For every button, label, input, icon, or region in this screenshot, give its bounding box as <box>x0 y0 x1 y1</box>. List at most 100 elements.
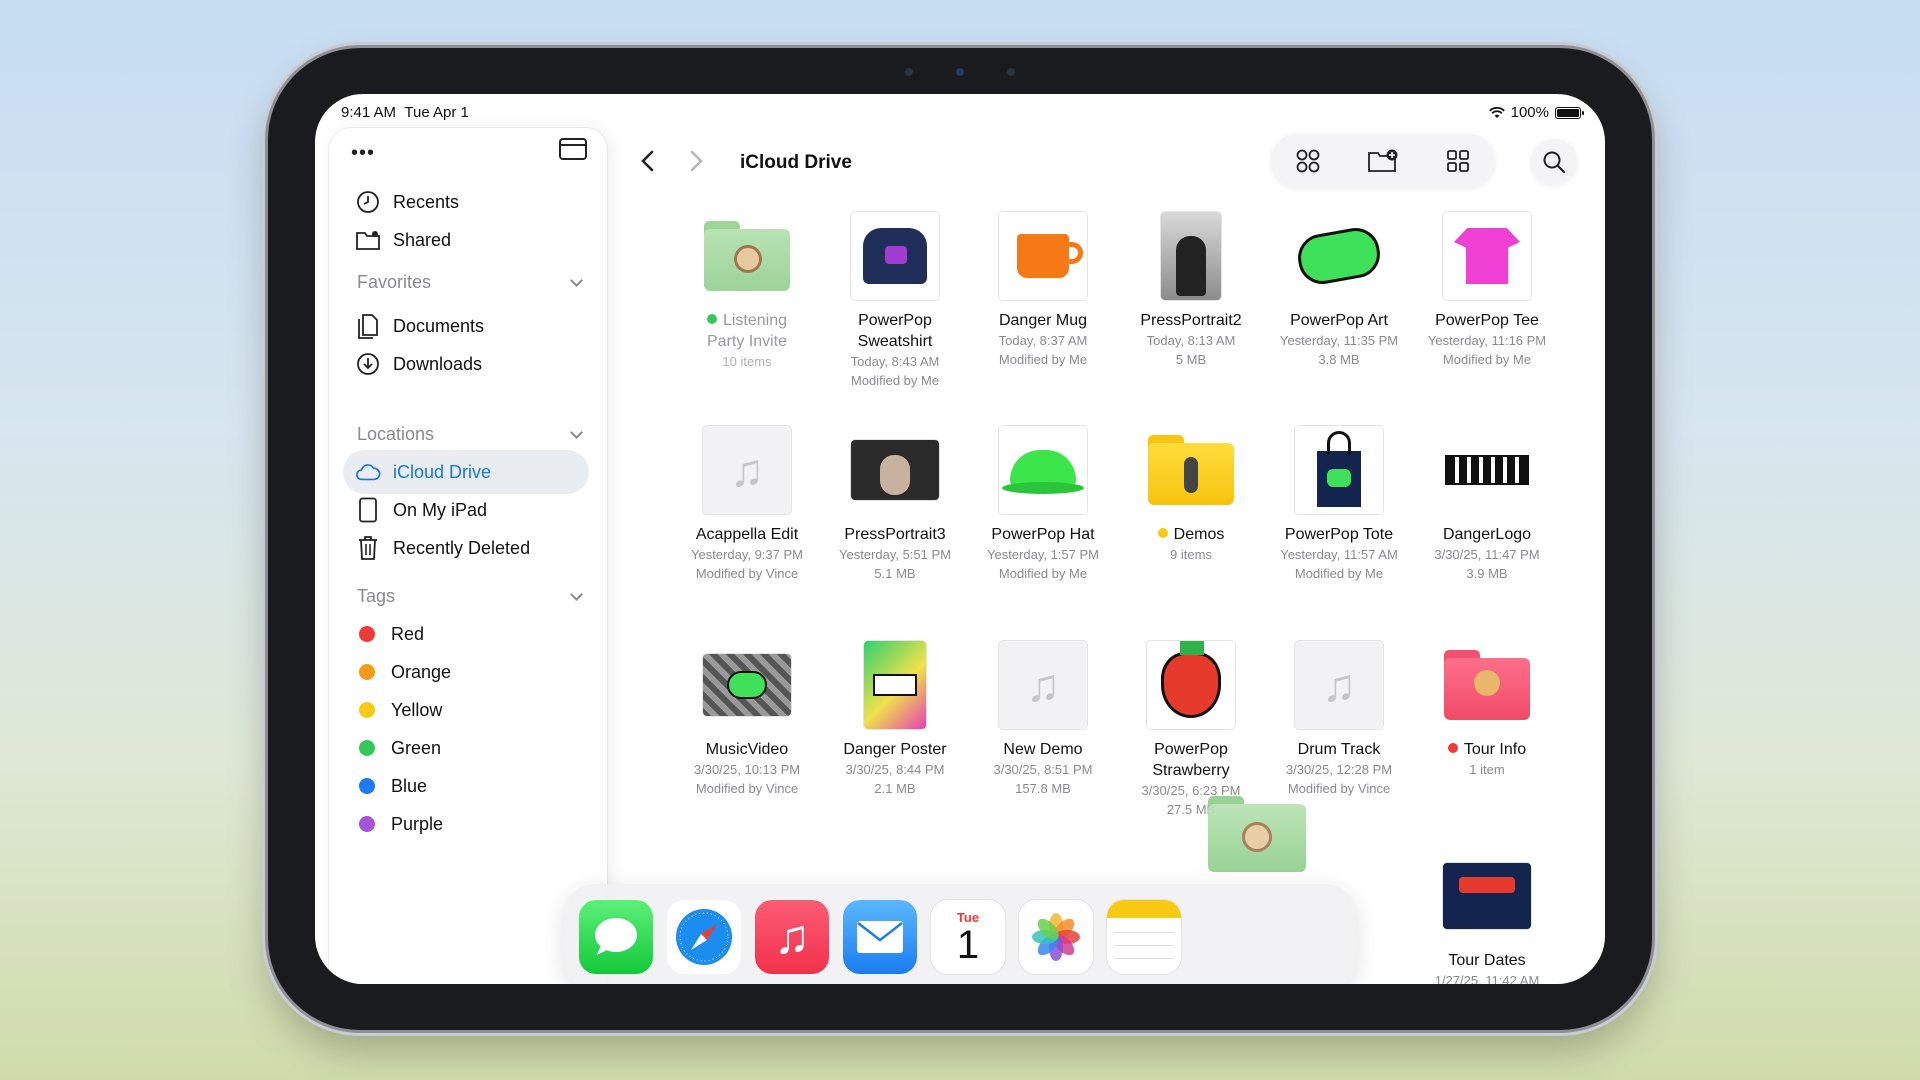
locations-header[interactable]: Locations <box>357 424 587 445</box>
new-folder-icon <box>1368 149 1398 172</box>
new-folder-button[interactable] <box>1363 141 1403 181</box>
file-name-2: Party Invite <box>706 333 788 350</box>
group-button[interactable] <box>1288 141 1328 181</box>
file-meta: 3/30/25, 10:13 PM <box>693 762 801 777</box>
tag-dot <box>359 740 375 756</box>
file-item[interactable]: PowerPop Sweatshirt Today, 8:43 AM Modifi… <box>825 210 965 390</box>
photos-app-icon[interactable] <box>1019 900 1093 974</box>
calendar-app-icon[interactable]: Tue 1 <box>931 900 1005 974</box>
sidebar-item-label: Shared <box>393 229 452 250</box>
file-item[interactable]: Tour Dates 1/27/25, 11:42 AM <box>1417 850 1557 984</box>
sidebar-item-recently-deleted[interactable]: Recently Deleted <box>343 526 589 570</box>
sidebar-item-shared[interactable]: Shared <box>343 218 589 262</box>
file-meta: Yesterday, 9:37 PM <box>690 547 803 562</box>
trash-icon <box>359 536 377 560</box>
file-name: Danger Mug <box>998 312 1088 329</box>
file-meta: 3/30/25, 8:51 PM <box>993 762 1093 777</box>
image-thumbnail <box>1443 212 1531 300</box>
sidebar-item-label: Green <box>391 737 442 758</box>
notes-app-icon[interactable] <box>1107 900 1181 974</box>
group-icon <box>1296 149 1320 173</box>
file-item[interactable]: PowerPop Tote Yesterday, 11:57 AM Modifi… <box>1269 424 1409 583</box>
sidebar-item-label: Blue <box>391 775 428 796</box>
favorites-header[interactable]: Favorites <box>357 272 587 293</box>
file-meta: 3/30/25, 12:28 PM <box>1285 762 1393 777</box>
file-item[interactable]: Danger Poster 3/30/25, 8:44 PM 2.1 MB <box>825 639 965 798</box>
file-name: Tour Dates <box>1448 952 1526 969</box>
file-item[interactable]: Demos 9 items <box>1121 424 1261 564</box>
image-thumbnail <box>1161 212 1221 300</box>
sidebar-item-downloads[interactable]: Downloads <box>343 342 589 386</box>
file-item[interactable]: Danger Mug Today, 8:37 AM Modified by Me <box>973 210 1113 369</box>
back-chevron-icon[interactable] <box>633 146 663 176</box>
tag-dot <box>359 626 375 642</box>
chevron-down-icon <box>570 274 583 287</box>
file-item[interactable]: PowerPop Hat Yesterday, 1:57 PM Modified… <box>973 424 1113 583</box>
file-meta: Yesterday, 1:57 PM <box>986 547 1099 562</box>
file-item[interactable]: ♫ Acappella Edit Yesterday, 9:37 PM Modi… <box>677 424 817 583</box>
sidebar-item-label: iCloud Drive <box>393 461 492 482</box>
download-icon <box>357 353 379 375</box>
image-thumbnail <box>999 426 1087 514</box>
file-name: Demos <box>1173 526 1225 543</box>
file-meta: Today, 8:43 AM <box>850 354 940 369</box>
file-item[interactable]: MusicVideo 3/30/25, 10:13 PM Modified by… <box>677 639 817 798</box>
sidebar-item-label: Red <box>391 623 425 644</box>
dragged-folder[interactable] <box>1208 796 1306 872</box>
sidebar-item-label: Yellow <box>391 699 443 720</box>
file-item[interactable]: ♫ New Demo 3/30/25, 8:51 PM 157.8 MB <box>973 639 1113 798</box>
audio-thumbnail: ♫ <box>703 426 791 514</box>
file-meta: 10 items <box>722 354 772 369</box>
file-item[interactable]: PowerPop Tee Yesterday, 11:16 PM Modifie… <box>1417 210 1557 369</box>
image-thumbnail <box>864 641 926 729</box>
file-item[interactable]: PowerPop Strawberry 3/30/25, 6:23 PM 27.5… <box>1121 639 1261 819</box>
status-bar: 9:41 AM Tue Apr 1 100% <box>315 94 1605 130</box>
file-meta: Modified by Vince <box>695 566 799 581</box>
documents-icon <box>358 314 378 339</box>
file-item[interactable]: PowerPop Art Yesterday, 11:35 PM 3.8 MB <box>1269 210 1409 369</box>
file-meta: Modified by Me <box>998 352 1088 367</box>
sidebar-item-label: Documents <box>393 315 485 336</box>
file-item[interactable]: ♫ Drum Track 3/30/25, 12:28 PM Modified … <box>1269 639 1409 798</box>
audio-thumbnail: ♫ <box>1295 641 1383 729</box>
tag-dot <box>359 778 375 794</box>
file-meta: 9 items <box>1170 547 1212 562</box>
file-name: Tour Info <box>1463 741 1527 758</box>
file-meta: 3.9 MB <box>1466 566 1508 581</box>
safari-app-icon[interactable] <box>667 900 741 974</box>
sidebar-item-label: Recently Deleted <box>393 537 531 558</box>
mail-app-icon[interactable] <box>843 900 917 974</box>
music-note-icon: ♫ <box>729 444 765 496</box>
image-thumbnail <box>1443 426 1531 514</box>
file-name-2: Strawberry <box>1152 762 1230 779</box>
music-note-icon: ♫ <box>1321 659 1357 711</box>
file-item[interactable]: PressPortrait2 Today, 8:13 AM 5 MB <box>1121 210 1261 369</box>
music-app-icon[interactable]: ♫ <box>755 900 829 974</box>
file-meta: Modified by Me <box>850 373 940 388</box>
file-item[interactable]: Tour Info 1 item <box>1417 639 1557 779</box>
app-library-icon[interactable] <box>1195 900 1269 974</box>
file-item[interactable]: Listening Party Invite 10 items <box>677 210 817 371</box>
chevron-down-icon <box>570 426 583 439</box>
image-thumbnail <box>851 212 939 300</box>
file-name: Acappella Edit <box>695 526 799 543</box>
file-meta: 1 item <box>1469 762 1505 777</box>
tags-header[interactable]: Tags <box>357 586 587 607</box>
file-item[interactable]: DangerLogo 3/30/25, 11:47 PM 3.9 MB <box>1417 424 1557 583</box>
tag-dot <box>359 664 375 680</box>
search-icon <box>1543 151 1566 174</box>
sidebar-toggle-icon[interactable] <box>559 138 587 160</box>
file-meta: Modified by Me <box>1442 352 1532 367</box>
search-button[interactable] <box>1531 139 1577 185</box>
ipad-icon <box>359 497 377 523</box>
file-meta: 3.8 MB <box>1318 352 1360 367</box>
image-thumbnail <box>851 440 939 500</box>
file-name: PowerPop <box>858 312 932 329</box>
forward-chevron-icon[interactable] <box>681 146 711 176</box>
sidebar-tag-purple[interactable]: Purple <box>343 802 589 846</box>
messages-app-icon[interactable] <box>579 900 653 974</box>
view-options-button[interactable] <box>1438 141 1478 181</box>
file-meta: 3/30/25, 8:44 PM <box>845 762 945 777</box>
more-icon[interactable]: ••• <box>351 142 375 165</box>
file-item[interactable]: PressPortrait3 Yesterday, 5:51 PM 5.1 MB <box>825 424 965 583</box>
